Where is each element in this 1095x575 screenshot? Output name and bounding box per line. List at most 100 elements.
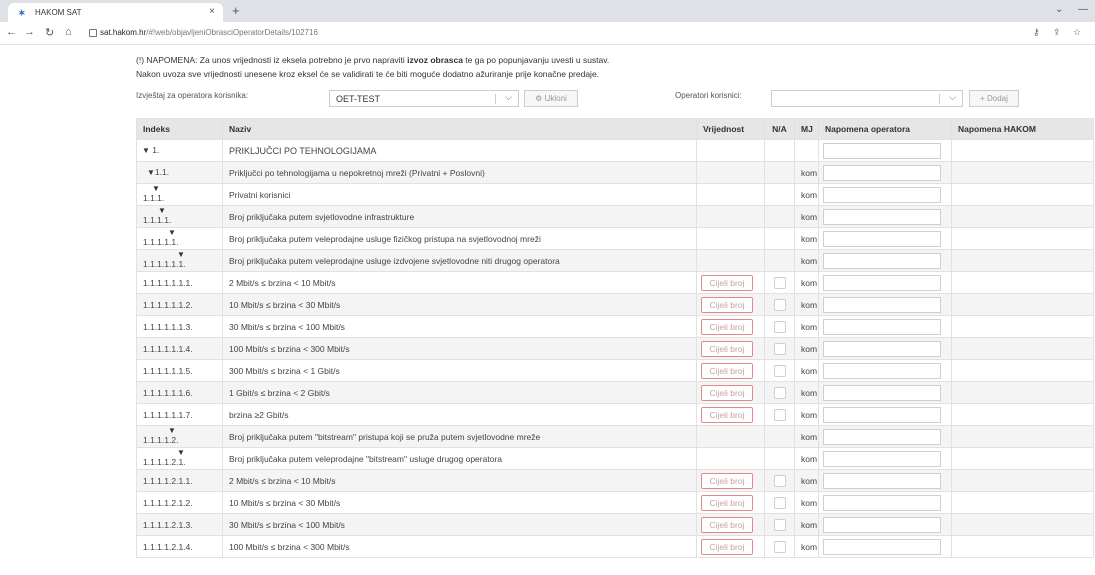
na-checkbox[interactable] <box>773 540 786 553</box>
na-checkbox[interactable] <box>773 298 786 311</box>
collapse-triangle-icon[interactable]: ▼ <box>177 251 185 260</box>
row-na <box>764 359 795 382</box>
operator-note-input[interactable] <box>823 208 941 225</box>
operator-note-input[interactable] <box>823 318 941 335</box>
notice-line-2: Nakon uvoza sve vrijednosti unesene kroz… <box>136 69 600 79</box>
operator-note-input[interactable] <box>823 164 941 181</box>
tab-close-icon[interactable]: × <box>209 6 215 17</box>
minimize-icon[interactable]: — <box>1078 4 1088 15</box>
chevron-down-icon: ⌵ <box>949 92 956 102</box>
operator-note-input[interactable] <box>823 450 941 467</box>
value-input[interactable]: Cijeli broj <box>701 494 753 511</box>
operator-note-input[interactable] <box>823 340 941 357</box>
operator-note-input[interactable] <box>823 494 941 511</box>
collapse-triangle-icon[interactable]: ▼ <box>158 207 166 216</box>
row-operator-note <box>818 491 952 514</box>
row-operator-note <box>818 425 952 448</box>
remove-button[interactable]: ⚙ Ukloni <box>524 90 578 107</box>
home-icon[interactable]: ⌂ <box>65 26 72 38</box>
operator-note-input[interactable] <box>823 296 941 313</box>
row-index-text: 1.1.1.1.2. <box>143 435 179 445</box>
row-hakom-note <box>951 337 1094 360</box>
row-index: 1.1.1.1.1.1.5. <box>136 359 223 382</box>
operator-note-input[interactable] <box>823 362 941 379</box>
value-input[interactable]: Cijeli broj <box>701 340 753 357</box>
na-checkbox[interactable] <box>773 320 786 333</box>
report-operator-value: OET-TEST <box>336 94 381 104</box>
forward-icon[interactable]: → <box>24 26 35 38</box>
row-mj: kom <box>794 249 819 272</box>
row-index-text: 1.1.1.1.1.1. <box>143 259 186 269</box>
operator-note-input[interactable] <box>823 230 941 247</box>
back-icon[interactable]: ← <box>6 26 17 38</box>
row-index: 1.1.1.1.2.1.4. <box>136 535 223 558</box>
value-input[interactable]: Cijeli broj <box>701 472 753 489</box>
value-input[interactable]: Cijeli broj <box>701 362 753 379</box>
operator-note-input[interactable] <box>823 186 941 203</box>
table-row: ▼ 1.1.1.1.2.1. Broj priključaka putem vel… <box>136 447 1094 470</box>
collapse-triangle-icon[interactable]: ▼ <box>177 449 185 458</box>
row-operator-note <box>818 293 952 316</box>
operator-note-input[interactable] <box>823 384 941 401</box>
row-name: Broj priključaka putem svjetlovodne infr… <box>222 205 697 228</box>
operator-note-input[interactable] <box>823 472 941 489</box>
na-checkbox[interactable] <box>773 386 786 399</box>
value-input[interactable]: Cijeli broj <box>701 274 753 291</box>
na-checkbox[interactable] <box>773 276 786 289</box>
row-value: Cijeli broj <box>696 403 765 426</box>
na-checkbox[interactable] <box>773 364 786 377</box>
operator-users-select[interactable]: ⌵ <box>771 90 963 107</box>
operator-note-input[interactable] <box>823 428 941 445</box>
operator-note-input[interactable] <box>823 142 941 159</box>
report-operator-select[interactable]: OET-TEST ⌵ <box>329 90 519 107</box>
reload-icon[interactable]: ↻ <box>45 26 54 39</box>
row-name: 1 Gbit/s ≤ brzina < 2 Gbit/s <box>222 381 697 404</box>
row-mj: kom <box>794 183 819 206</box>
row-mj: kom <box>794 337 819 360</box>
share-icon[interactable]: ⇪ <box>1053 27 1061 38</box>
value-input[interactable]: Cijeli broj <box>701 406 753 423</box>
bookmark-star-icon[interactable]: ☆ <box>1073 27 1081 38</box>
new-tab-icon[interactable]: + <box>232 3 240 18</box>
tab-search-icon[interactable]: ⌄ <box>1055 4 1063 15</box>
value-input[interactable]: Cijeli broj <box>701 296 753 313</box>
row-hakom-note <box>951 249 1094 272</box>
row-hakom-note <box>951 513 1094 536</box>
col-header-value: Vrijednost <box>696 118 765 140</box>
table-row: 1.1.1.1.2.1.4. 100 Mbit/s ≤ brzina < 300… <box>136 535 1094 558</box>
browser-tab[interactable]: ✶ HAKOM SAT × <box>8 3 223 22</box>
table-row: ▼ 1. PRIKLJUČCI PO TEHNOLOGIJAMA <box>136 139 1094 162</box>
row-value <box>696 227 765 250</box>
na-checkbox[interactable] <box>773 342 786 355</box>
collapse-triangle-icon[interactable]: ▼ <box>168 427 176 436</box>
operator-note-input[interactable] <box>823 252 941 269</box>
na-checkbox[interactable] <box>773 496 786 509</box>
collapse-triangle-icon[interactable]: ▼ <box>142 146 150 155</box>
row-index: 1.1.1.1.1.1.4. <box>136 337 223 360</box>
na-checkbox[interactable] <box>773 518 786 531</box>
table-row: 1.1.1.1.2.1.1. 2 Mbit/s ≤ brzina < 10 Mb… <box>136 469 1094 492</box>
collapse-triangle-icon[interactable]: ▼ <box>168 229 176 238</box>
operator-note-input[interactable] <box>823 538 941 555</box>
add-button[interactable]: + Dodaj <box>969 90 1019 107</box>
row-index-cell: ▼1.1. <box>143 163 216 183</box>
value-input[interactable]: Cijeli broj <box>701 538 753 555</box>
row-na <box>764 271 795 294</box>
value-input[interactable]: Cijeli broj <box>701 516 753 533</box>
operator-note-input[interactable] <box>823 406 941 423</box>
url-field[interactable]: sat.hakom.hr/#!web/objavljeniObrasciOper… <box>100 28 318 37</box>
na-checkbox[interactable] <box>773 408 786 421</box>
operator-note-input[interactable] <box>823 274 941 291</box>
value-input[interactable]: Cijeli broj <box>701 384 753 401</box>
collapse-triangle-icon[interactable]: ▼ <box>147 168 155 177</box>
row-index: 1.1.1.1.2.1.2. <box>136 491 223 514</box>
na-checkbox[interactable] <box>773 474 786 487</box>
row-name: 10 Mbit/s ≤ brzina < 30 Mbit/s <box>222 293 697 316</box>
value-input[interactable]: Cijeli broj <box>701 318 753 335</box>
row-name: 2 Mbit/s ≤ brzina < 10 Mbit/s <box>222 469 697 492</box>
row-name: 300 Mbit/s ≤ brzina < 1 Gbit/s <box>222 359 697 382</box>
row-name: 100 Mbit/s ≤ brzina < 300 Mbit/s <box>222 535 697 558</box>
operator-note-input[interactable] <box>823 516 941 533</box>
key-icon[interactable]: ⚷ <box>1033 27 1040 38</box>
collapse-triangle-icon[interactable]: ▼ <box>152 185 160 194</box>
